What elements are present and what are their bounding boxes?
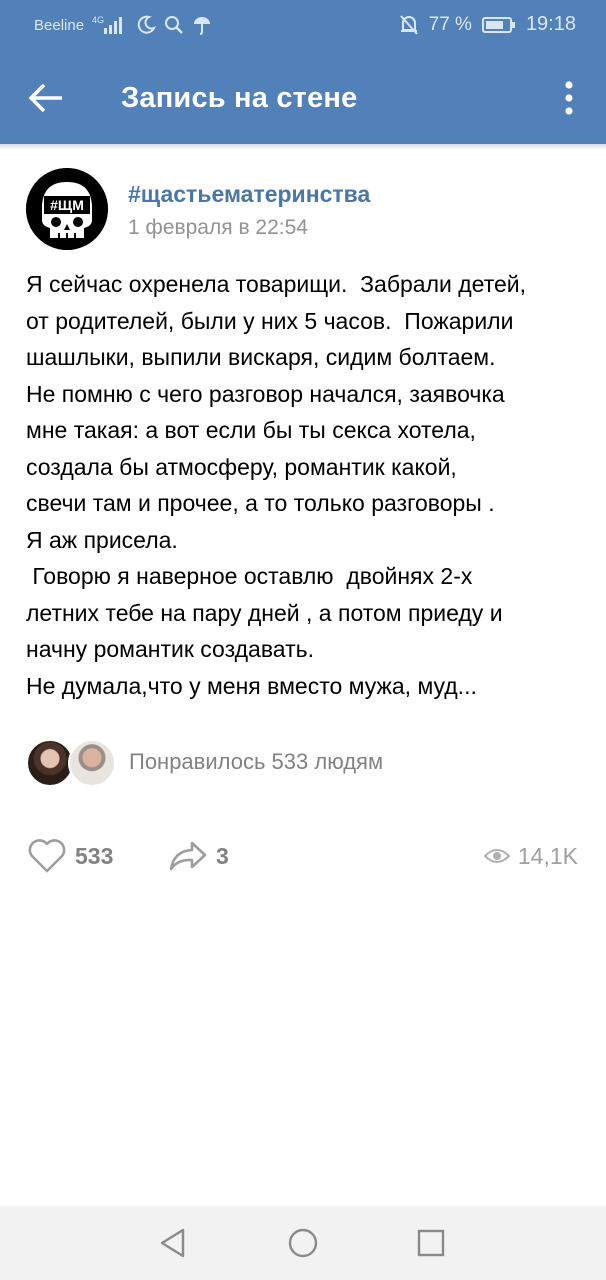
post-text-line: мне такая: а вот если бы ты секса хотела… <box>26 417 476 443</box>
post-text-line: Говорю я наверное оставлю двойнях 2-х <box>26 563 473 589</box>
share-button[interactable]: 3 <box>168 836 229 876</box>
network-type-label: 4G <box>92 15 104 25</box>
status-bar: Beeline 4G 77 % 19:18 <box>0 0 606 52</box>
avatar-text: #ЩМ <box>50 197 84 213</box>
views-counter: 14,1K <box>483 836 578 876</box>
mute-bell-icon <box>399 14 418 35</box>
nav-recents-square-icon[interactable] <box>414 1226 448 1260</box>
post-text-line: от родителей, были у них 5 часов. Пожари… <box>26 307 514 334</box>
post-text-line: шашлыки, выпили вискаря, сидим болтаем. <box>26 344 496 370</box>
post-text-line: начну романтик создавать. <box>26 636 314 662</box>
top-app-bar: Запись на стене <box>0 52 606 144</box>
battery-percent: 77 % <box>428 13 472 35</box>
post-text-line: создала бы атмосферу, романтик какой, <box>26 453 457 480</box>
search-icon <box>165 16 183 34</box>
page-title: Запись на стене <box>121 82 358 114</box>
system-navigation-bar <box>0 1206 606 1280</box>
heart-icon <box>28 839 66 873</box>
likers-avatars[interactable] <box>26 739 126 787</box>
status-right: 77 % 19:18 <box>399 13 576 36</box>
post-text-line: Не помню с чего разговор начался, заявоч… <box>26 380 505 407</box>
arrow-left-icon[interactable] <box>26 80 66 116</box>
group-avatar[interactable]: #ЩМ <box>26 168 108 250</box>
more-vertical-icon[interactable] <box>562 78 576 118</box>
post-text-line: Я сейчас охренела товарищи. Забрали дете… <box>26 271 527 297</box>
battery-icon <box>481 16 515 33</box>
nav-home-circle-icon[interactable] <box>286 1226 320 1260</box>
nav-back-triangle-icon[interactable] <box>156 1226 190 1260</box>
moon-icon <box>137 15 157 34</box>
carrier-label: Beeline <box>34 16 85 34</box>
post-text-line: Я аж присела. <box>26 526 178 553</box>
liker-avatar <box>26 739 74 787</box>
post-date: 1 февраля в 22:54 <box>128 216 308 239</box>
clock: 19:18 <box>525 13 576 35</box>
likes-summary[interactable]: Понравилось 533 людям <box>129 749 383 775</box>
skull-logo-icon: #ЩМ <box>26 168 108 250</box>
signal-icon: 4G <box>92 15 123 34</box>
umbrella-icon <box>194 17 211 35</box>
post-text-line: Не думала,что у меня вместо мужа, муд... <box>26 672 477 699</box>
liker-avatar <box>68 739 116 787</box>
app-bar-shadow <box>0 144 606 150</box>
eye-icon <box>483 849 510 863</box>
group-name-link[interactable]: #щастьематеринства <box>128 181 370 208</box>
post-body: Я сейчас охренела товарищи. Забрали дете… <box>26 266 582 704</box>
share-count: 3 <box>216 842 229 869</box>
post-text-line: свечи там и прочее, а то только разговор… <box>26 490 495 516</box>
status-left: Beeline 4G <box>34 14 212 36</box>
post-text-line: летних тебе на пару дней , а потом приед… <box>26 599 503 626</box>
like-count: 533 <box>75 842 114 869</box>
share-arrow-icon <box>169 841 207 871</box>
views-count: 14,1K <box>517 842 578 869</box>
like-button[interactable]: 533 <box>27 836 113 876</box>
